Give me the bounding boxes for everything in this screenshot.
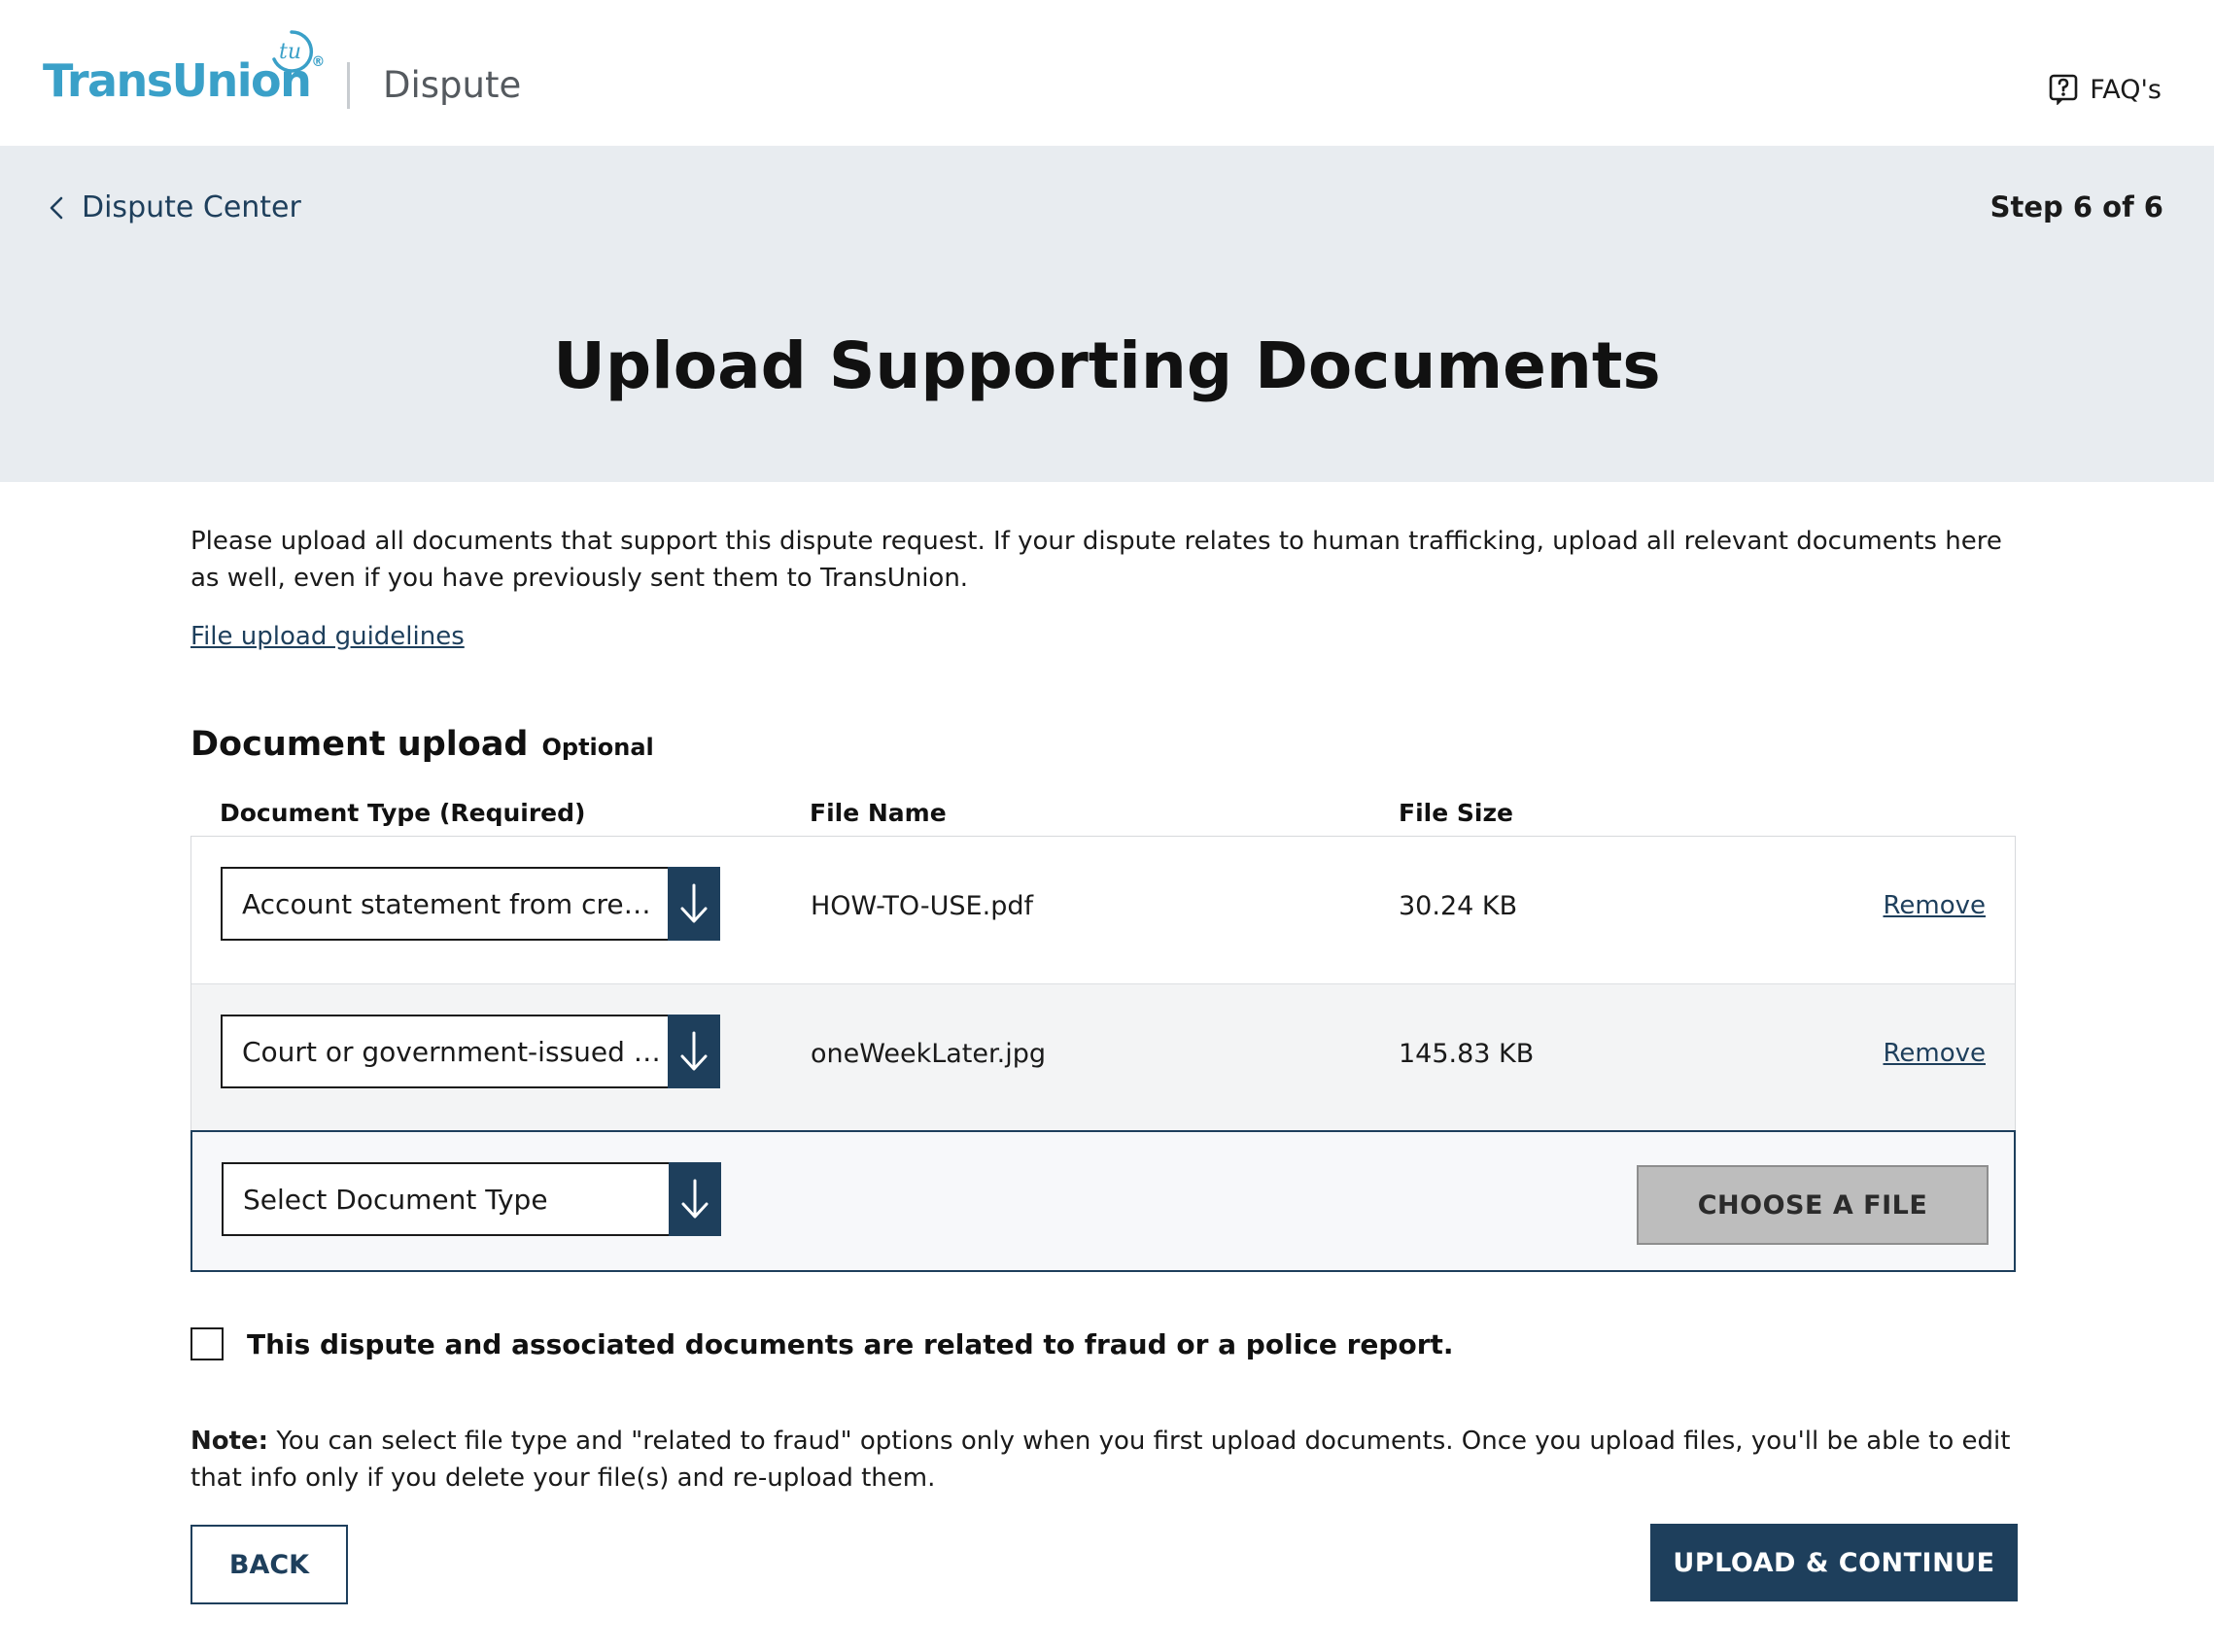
remove-file-link[interactable]: Remove bbox=[1883, 1039, 1986, 1068]
new-upload-row: Select Document Type CHOOSE A FILE bbox=[190, 1130, 2016, 1272]
document-type-select[interactable]: Account statement from creditor bbox=[221, 867, 720, 941]
back-link-label: Dispute Center bbox=[82, 190, 301, 224]
document-type-value: Court or government-issued document bbox=[242, 1035, 668, 1068]
file-size: 145.83 KB bbox=[1399, 1039, 1535, 1069]
header-divider bbox=[347, 62, 350, 109]
fraud-checkbox[interactable] bbox=[190, 1327, 224, 1360]
select-placeholder: Select Document Type bbox=[243, 1183, 548, 1216]
header-section-title: Dispute bbox=[383, 64, 522, 106]
svg-text:tu: tu bbox=[279, 40, 301, 64]
faq-label: FAQ's bbox=[2090, 74, 2162, 105]
document-type-value: Account statement from creditor bbox=[242, 887, 668, 920]
optional-badge: Optional bbox=[541, 734, 654, 761]
arrow-down-icon bbox=[681, 1179, 709, 1219]
document-upload-heading: Document upload Optional bbox=[190, 725, 654, 764]
file-upload-guidelines-link[interactable]: File upload guidelines bbox=[190, 622, 465, 651]
section-title-text: Document upload bbox=[190, 725, 529, 764]
back-button[interactable]: BACK bbox=[190, 1525, 348, 1604]
step-indicator: Step 6 of 6 bbox=[1989, 190, 2163, 224]
note-prefix: Note: bbox=[190, 1427, 269, 1456]
help-square-icon bbox=[2049, 74, 2078, 105]
fraud-checkbox-label: This dispute and associated documents ar… bbox=[247, 1327, 1454, 1360]
tu-badge-icon: tu bbox=[272, 30, 314, 73]
arrow-down-icon bbox=[680, 883, 708, 923]
fraud-checkbox-row[interactable]: This dispute and associated documents ar… bbox=[190, 1327, 1454, 1360]
column-header-file-size: File Size bbox=[1399, 799, 1513, 827]
table-row: Account statement from creditor HOW-TO-U… bbox=[191, 837, 2015, 985]
column-header-document-type: Document Type (Required) bbox=[220, 799, 586, 827]
dropdown-button[interactable] bbox=[669, 1162, 721, 1236]
document-upload-table: Account statement from creditor HOW-TO-U… bbox=[190, 836, 2016, 1272]
file-name: HOW-TO-USE.pdf bbox=[811, 891, 1033, 921]
faq-link[interactable]: FAQ's bbox=[2049, 74, 2162, 105]
document-type-select[interactable]: Court or government-issued document bbox=[221, 1015, 720, 1088]
upload-and-continue-button[interactable]: UPLOAD & CONTINUE bbox=[1650, 1524, 2018, 1601]
dispute-center-back-link[interactable]: Dispute Center bbox=[49, 190, 301, 224]
page-banner: Dispute Center Step 6 of 6 Upload Suppor… bbox=[0, 146, 2214, 482]
note-text: Note: You can select file type and "rela… bbox=[190, 1423, 2018, 1497]
select-document-type-dropdown[interactable]: Select Document Type bbox=[222, 1162, 721, 1236]
dropdown-button[interactable] bbox=[668, 1015, 720, 1088]
column-header-file-name: File Name bbox=[810, 799, 947, 827]
note-body: You can select file type and "related to… bbox=[190, 1427, 2011, 1493]
choose-a-file-button[interactable]: CHOOSE A FILE bbox=[1637, 1165, 1989, 1245]
site-header: TransUnion® tu Dispute FAQ's bbox=[0, 0, 2214, 146]
file-size: 30.24 KB bbox=[1399, 891, 1518, 921]
arrow-down-icon bbox=[680, 1031, 708, 1071]
intro-text: Please upload all documents that support… bbox=[190, 527, 2002, 593]
file-name: oneWeekLater.jpg bbox=[811, 1039, 1046, 1069]
page-title: Upload Supporting Documents bbox=[553, 328, 1661, 403]
dropdown-button[interactable] bbox=[668, 867, 720, 941]
table-row: Court or government-issued document oneW… bbox=[191, 984, 2015, 1131]
remove-file-link[interactable]: Remove bbox=[1883, 891, 1986, 920]
chevron-left-icon bbox=[50, 196, 63, 219]
